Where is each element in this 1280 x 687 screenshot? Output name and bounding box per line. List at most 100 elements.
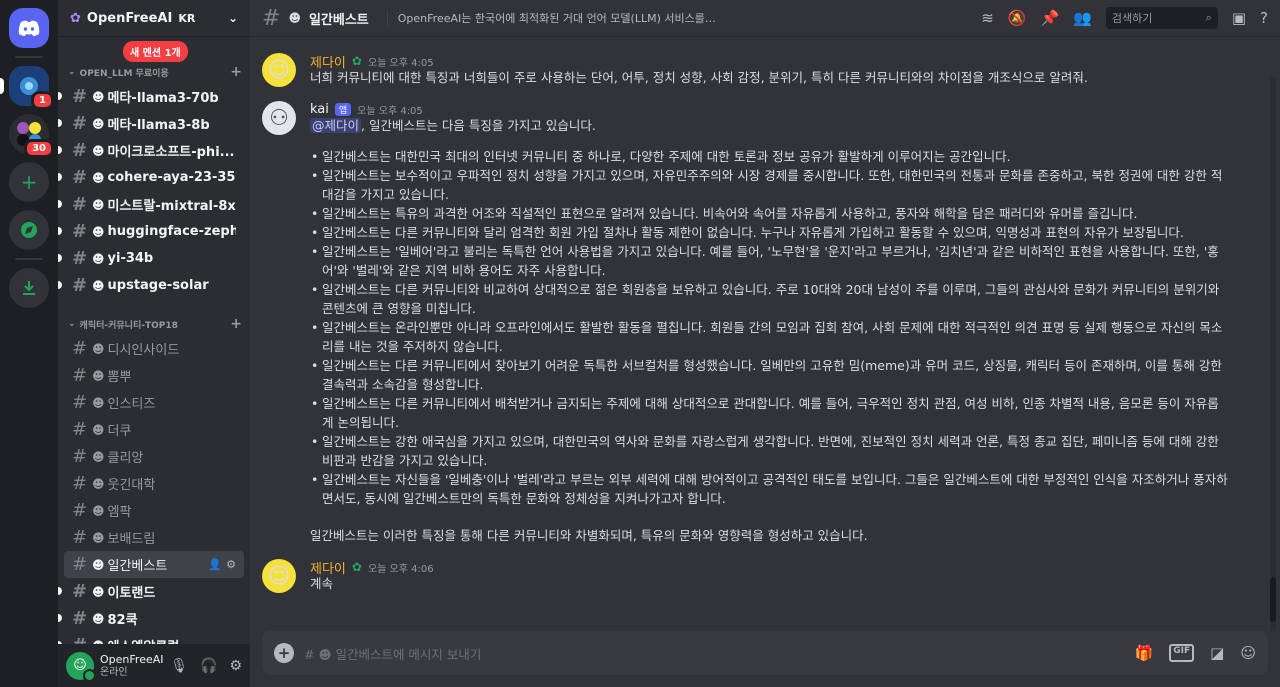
channel-item[interactable]: # ☻huggingface-zephyr-... (58, 218, 244, 245)
microphone-icon[interactable]: 🎙 (170, 658, 188, 674)
add-attachment-icon[interactable]: + (274, 643, 294, 663)
channel-item[interactable]: # ☻ 디시인사이드 (64, 335, 244, 362)
channel-item[interactable]: # ☻ 82쿡 (58, 605, 244, 632)
bot-face-icon: ☻ (92, 530, 105, 545)
help-icon[interactable]: ? (1260, 9, 1268, 27)
channel-item[interactable]: # ☻ 엠팍 (64, 497, 244, 524)
gear-icon[interactable]: ⚙ (229, 658, 242, 674)
channel-label: 웃긴대학 (107, 478, 156, 493)
category-header[interactable]: ⌄ OPEN_LLM 무료이용 + (58, 61, 250, 83)
channel-topic[interactable]: OpenFreeAI는 한국어에 최적화된 거대 언어 모델(LLM) 서비스를… (386, 10, 717, 26)
add-channel-icon[interactable]: + (230, 316, 242, 332)
download-apps-icon[interactable] (9, 268, 49, 308)
channel-item[interactable]: # ☻ 일간베스트 👤 ⚙ (64, 551, 244, 578)
member-list-icon[interactable]: 👥 (1073, 9, 1092, 27)
channel-item[interactable]: # ☻ upstage-solar (58, 272, 244, 299)
pin-icon[interactable]: 📌 (1040, 9, 1059, 27)
new-mention-pill[interactable]: 새 멘션 1개 (123, 41, 188, 62)
channel-item[interactable]: # ☻ 웃긴대학 (64, 470, 244, 497)
channel-item[interactable]: # ☻미스트랄-mixtral-8x7b (58, 191, 244, 218)
hash-icon: # (72, 500, 88, 521)
channel-item[interactable]: # ☻ 인스티즈 (64, 389, 244, 416)
avatar[interactable]: ☺ (262, 53, 296, 87)
bot-face-icon: ☻ (92, 197, 105, 212)
add-server-icon[interactable]: + (9, 162, 49, 202)
bot-face-icon: ☻ (92, 476, 105, 491)
channel-item[interactable]: # ☻ cohere-aya-23-35b (58, 164, 244, 191)
channel-label: 에스엘알클럽 (108, 636, 180, 644)
user-mention[interactable]: @제다이 (310, 118, 362, 133)
chevron-down-icon: ⌄ (68, 67, 76, 77)
chevron-down-icon: ⌄ (227, 11, 238, 25)
guild-name: OpenFreeAI (86, 10, 173, 26)
category-header[interactable]: ⌄ 캐릭터-커뮤니티-TOP18 + (58, 313, 250, 335)
hash-icon: # (72, 113, 88, 134)
channel-item[interactable]: # ☻ 메타-llama3-70b (58, 83, 244, 110)
gift-icon[interactable]: 🎁 (1135, 644, 1154, 662)
channel-label: 메타-llama3-8b (107, 118, 210, 133)
list-item: 일간베스트는 다른 커뮤니티에서 찾아보기 어려운 독특한 서브컬처를 형성했습… (311, 356, 1230, 394)
message-author[interactable]: kai (310, 102, 329, 117)
channel-item[interactable]: # ☻ 이토랜드 (58, 578, 244, 605)
avatar[interactable]: ☺ (66, 651, 96, 682)
explore-servers-icon[interactable] (9, 210, 49, 250)
message-author[interactable]: 제다이 (310, 558, 346, 577)
channel-item[interactable]: # ☻ yi-34b (58, 245, 244, 272)
channel-label: 디시인사이드 (107, 343, 180, 358)
emoji-icon[interactable]: ☺ (1240, 644, 1256, 662)
composer-input[interactable]: # ☻ 일간베스트에 메시지 보내기 (304, 644, 481, 663)
scrollbar-thumb[interactable] (1270, 577, 1276, 622)
search-input[interactable]: 검색하기 ⌕ (1105, 7, 1218, 29)
message-composer[interactable]: + # ☻ 일간베스트에 메시지 보내기 🎁 GIF ◪ ☺ (262, 631, 1268, 675)
chevron-down-icon: ⌄ (68, 319, 76, 329)
channel-label: cohere-aya-23-35b (107, 170, 236, 185)
bot-face-icon: ☻ (92, 584, 105, 599)
rail-separator (15, 56, 43, 58)
mention-badge: 1 (31, 91, 54, 110)
add-member-icon[interactable]: 👤 (208, 558, 222, 571)
guild-header[interactable]: ✿ OpenFreeAI KR ⌄ (58, 0, 250, 37)
avatar[interactable]: ⚇ (262, 101, 296, 135)
server-openfreeai[interactable]: 1 (0, 66, 54, 110)
mute-bell-icon[interactable]: 🔕 (1008, 9, 1027, 27)
channel-item[interactable]: # ☻에스엘알클럽 (58, 632, 244, 644)
channel-label: 미스트랄-mixtral-8x7b (107, 199, 236, 214)
list-item: 일간베스트는 다른 커뮤니티에서 배척받거나 금지되는 주제에 대해 상대적으로… (311, 394, 1230, 432)
discord-home-icon[interactable] (9, 8, 49, 48)
server-folder[interactable]: 30 (9, 114, 54, 158)
inbox-icon[interactable]: ▣ (1232, 9, 1246, 27)
channel-item[interactable]: # ☻ 메타-llama3-8b (58, 110, 244, 137)
channel-label: 엠팍 (107, 505, 132, 520)
gear-icon[interactable]: ⚙ (226, 558, 236, 571)
hash-icon: # (72, 248, 88, 269)
channel-item[interactable]: # ☻ 보배드림 (64, 524, 244, 551)
channel-title: 일간베스트 (308, 12, 369, 28)
channel-header: # ☻ 일간베스트 OpenFreeAI는 한국어에 최적화된 거대 언어 모델… (250, 0, 1280, 37)
channel-label: 보배드림 (107, 532, 156, 547)
channel-label: 82쿡 (107, 613, 138, 628)
bullet-list: 일간베스트는 대한민국 최대의 인터넷 커뮤니티 중 하나로, 다양한 주제에 … (311, 147, 1230, 508)
channel-item[interactable]: # ☻ 마이크로소프트-phi... (58, 137, 244, 164)
bot-face-icon: ☻ (288, 11, 301, 25)
message-author[interactable]: 제다이 (310, 52, 346, 71)
category-label: 캐릭터-커뮤니티-TOP18 (79, 320, 178, 331)
channel-item[interactable]: # ☻ 뽐뿌 (64, 362, 244, 389)
scrollbar[interactable] (1270, 77, 1276, 631)
chat-area: # ☻ 일간베스트 OpenFreeAI는 한국어에 최적화된 거대 언어 모델… (250, 0, 1280, 687)
bot-face-icon: ☻ (92, 116, 105, 131)
threads-icon[interactable]: ≋ (981, 9, 994, 27)
search-icon: ⌕ (1205, 11, 1212, 24)
hash-icon: # (72, 221, 88, 242)
hash-icon: # (72, 473, 88, 494)
role-badge-icon: ✿ (351, 560, 362, 574)
channel-label: yi-34b (107, 251, 154, 266)
channel-item[interactable]: # ☻ 클리앙 (64, 443, 244, 470)
headphones-icon[interactable]: 🎧 (200, 658, 217, 674)
channel-item[interactable]: # ☻ 더쿠 (64, 416, 244, 443)
add-channel-icon[interactable]: + (230, 64, 242, 80)
gif-icon[interactable]: GIF (1169, 644, 1195, 662)
avatar[interactable]: ☺ (262, 559, 296, 593)
sticker-icon[interactable]: ◪ (1210, 644, 1224, 662)
channel-label: 이토랜드 (107, 586, 156, 601)
bot-face-icon: ☻ (92, 368, 105, 383)
